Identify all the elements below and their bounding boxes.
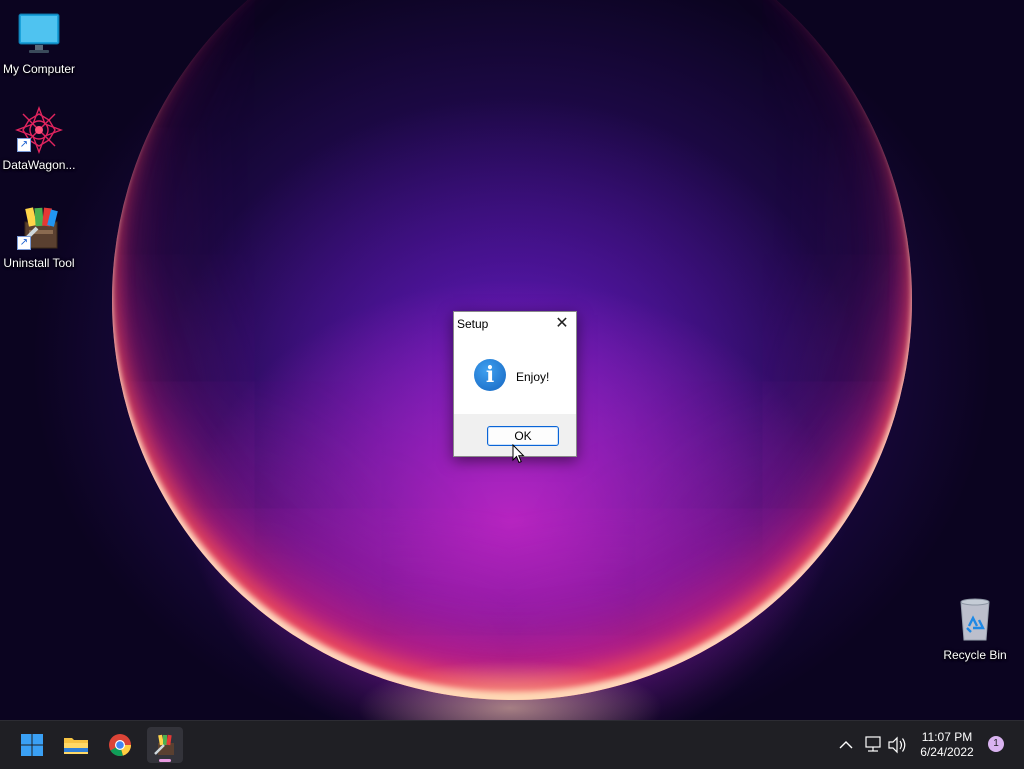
wallpaper-bottom-glow [320,600,700,720]
windows-start-icon[interactable] [14,727,50,763]
recycle-bin-icon [951,596,999,644]
ok-button[interactable]: OK [487,426,559,446]
desktop-icon-label: DataWagon... [2,158,76,172]
dialog-title: Setup [457,317,489,331]
monitor-icon [15,10,63,58]
desktop-wallpaper: My Computer ↗ DataWagon... ↗ Uninstall T… [0,0,1024,720]
folder-icon[interactable] [58,727,94,763]
chrome-icon[interactable] [102,727,138,763]
volume-icon[interactable] [886,721,908,769]
taskbar: 11:07 PM 6/24/2022 [0,720,1024,769]
info-icon: i [474,359,506,391]
setup-dialog: Setup ✕ i Enjoy! OK [453,311,577,457]
desktop-icon-label: Uninstall Tool [3,256,75,270]
uninstall-tool-icon: ↗ [15,204,63,252]
dialog-titlebar[interactable]: Setup ✕ [454,312,576,336]
desktop-icon-my-computer[interactable]: My Computer [0,10,78,76]
close-icon[interactable]: ✕ [552,315,572,333]
network-icon[interactable] [862,721,884,769]
uninstall-tool-taskbar-icon[interactable] [147,727,183,763]
clock-time: 11:07 PM [921,730,973,744]
mouse-cursor-icon [512,444,525,464]
chevron-up-icon[interactable] [836,721,856,769]
shortcut-arrow-icon: ↗ [17,138,31,152]
dialog-message: Enjoy! [516,370,550,384]
shortcut-arrow-icon: ↗ [17,236,31,250]
desktop-icon-uninstall-tool[interactable]: ↗ Uninstall Tool [0,204,78,270]
desktop-icon-label: My Computer [2,62,76,76]
dialog-body: i Enjoy! [454,336,576,414]
desktop-icon-recycle-bin[interactable]: Recycle Bin [936,596,1014,662]
desktop-icon-datawagon[interactable]: ↗ DataWagon... [0,106,78,172]
desktop-icon-label: Recycle Bin [943,648,1007,662]
system-clock[interactable]: 11:07 PM 6/24/2022 [912,730,982,760]
datawagon-app-icon: ↗ [15,106,63,154]
clock-date: 6/24/2022 [920,745,974,759]
notification-badge[interactable]: 1 [988,736,1004,752]
